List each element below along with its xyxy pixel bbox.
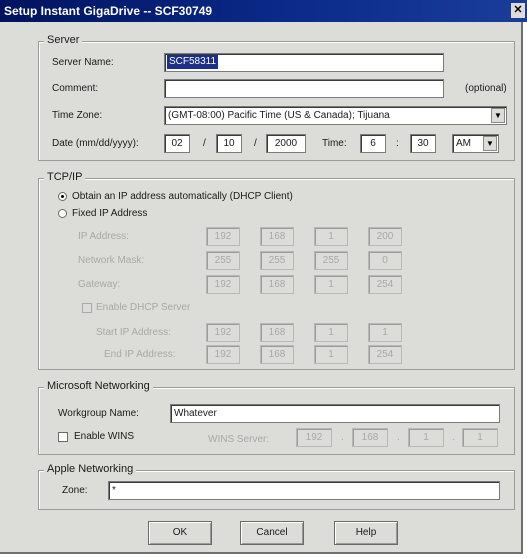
- cancel-button[interactable]: Cancel: [240, 521, 304, 545]
- end-ip-octet-2[interactable]: 168: [260, 345, 294, 364]
- start-ip-octet-3[interactable]: 1: [314, 323, 348, 342]
- ip-address-label: IP Address:: [78, 231, 129, 242]
- ip-octet-1[interactable]: 192: [206, 227, 240, 246]
- start-ip-octet-2[interactable]: 168: [260, 323, 294, 342]
- wins-octet-2[interactable]: 168: [352, 428, 388, 447]
- end-ip-octet-1[interactable]: 192: [206, 345, 240, 364]
- server-name-value: SCF58311: [167, 55, 219, 69]
- time-hour-input[interactable]: 6: [360, 134, 386, 153]
- time-zone-label: Time Zone:: [52, 110, 103, 121]
- end-ip-label: End IP Address:: [104, 349, 176, 360]
- time-minute-input[interactable]: 30: [410, 134, 436, 153]
- server-name-input[interactable]: SCF58311: [164, 53, 444, 72]
- start-ip-label: Start IP Address:: [96, 327, 171, 338]
- enable-dhcp-server-label[interactable]: Enable DHCP Server: [96, 302, 190, 314]
- dhcp-client-label[interactable]: Obtain an IP address automatically (DHCP…: [72, 191, 293, 203]
- ip-octet-2[interactable]: 168: [260, 227, 294, 246]
- end-ip-octet-3[interactable]: 1: [314, 345, 348, 364]
- optional-hint: (optional): [465, 83, 507, 94]
- help-button[interactable]: Help: [334, 521, 398, 545]
- netmask-label: Network Mask:: [78, 255, 145, 266]
- chevron-down-icon[interactable]: ▼: [491, 108, 505, 123]
- time-zone-value: (GMT-08:00) Pacific Time (US & Canada); …: [168, 110, 390, 121]
- title-bar[interactable]: Setup Instant GigaDrive -- SCF30749 ✕: [0, 0, 527, 22]
- end-ip-octet-4[interactable]: 254: [368, 345, 402, 364]
- time-label: Time:: [322, 138, 347, 149]
- gateway-octet-3[interactable]: 1: [314, 275, 348, 294]
- date-month-input[interactable]: 02: [164, 134, 190, 153]
- ip-octet-3[interactable]: 1: [314, 227, 348, 246]
- netmask-octet-4[interactable]: 0: [368, 251, 402, 270]
- fixed-ip-radio[interactable]: [58, 209, 67, 218]
- ip-octet-4[interactable]: 200: [368, 227, 402, 246]
- chevron-down-icon[interactable]: ▼: [483, 136, 497, 151]
- close-icon[interactable]: ✕: [511, 3, 525, 18]
- wins-separator: .: [341, 432, 344, 443]
- microsoft-networking-group-label: Microsoft Networking: [44, 380, 153, 392]
- wins-server-label: WINS Server:: [208, 434, 270, 445]
- wins-separator: .: [397, 432, 400, 443]
- start-ip-octet-4[interactable]: 1: [368, 323, 402, 342]
- wins-octet-1[interactable]: 192: [296, 428, 332, 447]
- tcpip-group-label: TCP/IP: [44, 171, 86, 183]
- fixed-ip-label[interactable]: Fixed IP Address: [72, 208, 147, 220]
- date-year-input[interactable]: 2000: [266, 134, 306, 153]
- setup-dialog: Setup Instant GigaDrive -- SCF30749 ✕ Se…: [0, 0, 527, 554]
- zone-label: Zone:: [62, 485, 88, 496]
- comment-label: Comment:: [52, 83, 99, 94]
- window-title: Setup Instant GigaDrive -- SCF30749: [4, 4, 213, 18]
- ampm-select[interactable]: AM ▼: [452, 134, 499, 153]
- netmask-octet-2[interactable]: 255: [260, 251, 294, 270]
- enable-dhcp-server-checkbox[interactable]: [82, 303, 92, 313]
- time-zone-select[interactable]: (GMT-08:00) Pacific Time (US & Canada); …: [164, 106, 507, 125]
- start-ip-octet-1[interactable]: 192: [206, 323, 240, 342]
- gateway-octet-4[interactable]: 254: [368, 275, 402, 294]
- netmask-octet-1[interactable]: 255: [206, 251, 240, 270]
- workgroup-input[interactable]: Whatever: [170, 404, 500, 423]
- server-group-label: Server: [44, 34, 83, 46]
- ampm-value: AM: [456, 138, 471, 149]
- workgroup-label: Workgroup Name:: [58, 408, 139, 419]
- dhcp-client-radio[interactable]: [58, 192, 67, 201]
- ok-button[interactable]: OK: [148, 521, 212, 545]
- gateway-octet-1[interactable]: 192: [206, 275, 240, 294]
- zone-input[interactable]: *: [108, 481, 500, 500]
- date-separator: /: [254, 138, 257, 149]
- server-name-label: Server Name:: [52, 57, 114, 68]
- netmask-octet-3[interactable]: 255: [314, 251, 348, 270]
- date-separator: /: [203, 138, 206, 149]
- date-label: Date (mm/dd/yyyy):: [52, 138, 139, 149]
- wins-octet-4[interactable]: 1: [462, 428, 498, 447]
- wins-octet-3[interactable]: 1: [408, 428, 444, 447]
- enable-wins-label[interactable]: Enable WINS: [74, 431, 134, 443]
- gateway-octet-2[interactable]: 168: [260, 275, 294, 294]
- comment-input[interactable]: [164, 79, 444, 98]
- time-separator: :: [396, 138, 399, 149]
- apple-networking-group-label: Apple Networking: [44, 463, 137, 475]
- enable-wins-checkbox[interactable]: [58, 432, 68, 442]
- gateway-label: Gateway:: [78, 279, 121, 290]
- date-day-input[interactable]: 10: [216, 134, 242, 153]
- wins-separator: .: [452, 432, 455, 443]
